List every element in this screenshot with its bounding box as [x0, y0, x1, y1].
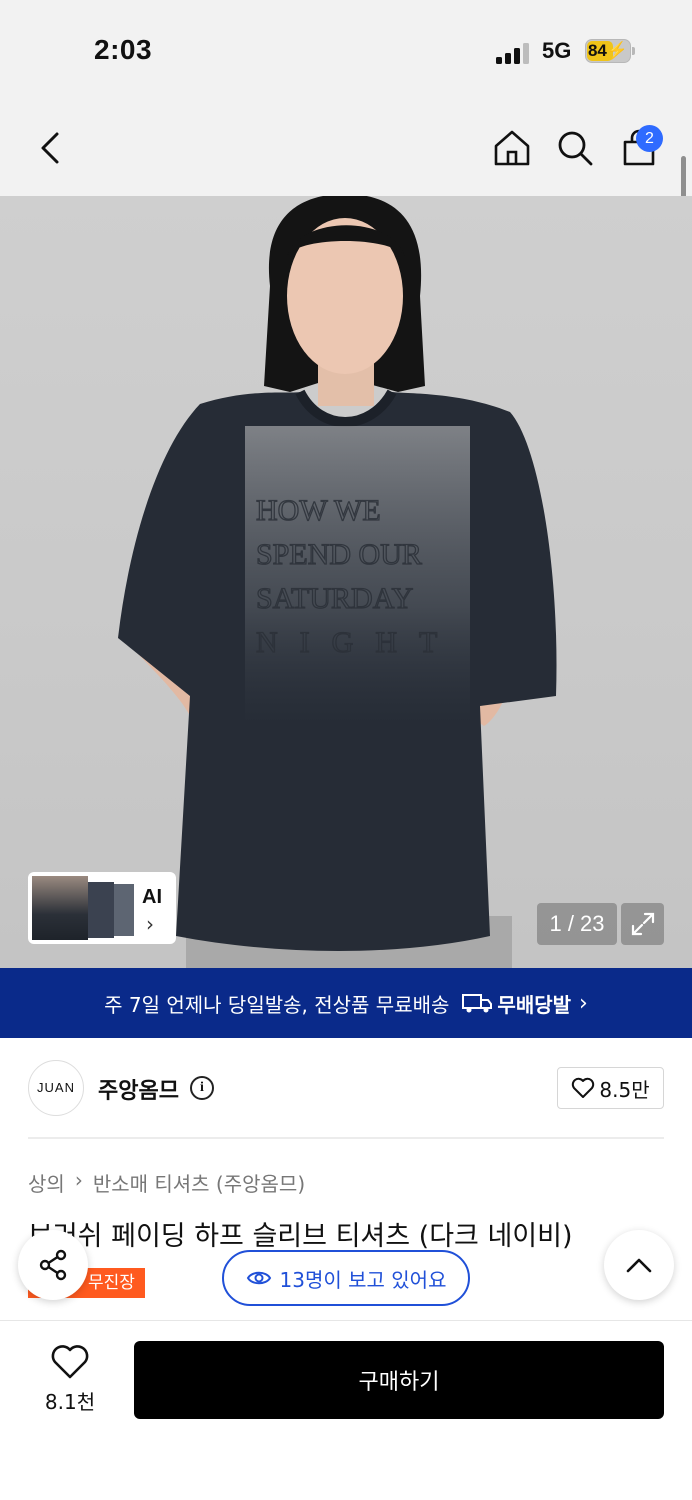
brand-like-count: 8.5만	[599, 1077, 650, 1102]
chevron-right-icon: ›	[146, 912, 154, 936]
chevron-right-icon: ›	[74, 1168, 83, 1192]
share-button[interactable]	[18, 1230, 88, 1300]
share-icon	[39, 1249, 67, 1281]
network-type: 5G	[542, 38, 572, 63]
brand-like-button[interactable]: 8.5만	[557, 1067, 664, 1109]
chevron-right-icon: ›	[579, 990, 588, 1016]
breadcrumb-item[interactable]: 상의	[28, 1168, 65, 1197]
breadcrumb-item[interactable]: 반소매 티셔츠 (주앙옴므)	[93, 1168, 305, 1197]
nav-bar	[0, 100, 692, 196]
brand-logo[interactable]: JUAN	[28, 1060, 84, 1116]
thumbnail-image	[32, 876, 88, 940]
home-icon[interactable]	[490, 126, 534, 170]
shirt-print-line: SPEND OUR	[256, 538, 422, 571]
chevron-up-icon	[626, 1258, 652, 1273]
wishlist-count: 8.1천	[44, 1390, 96, 1414]
ai-style-thumbnail[interactable]: AI ›	[28, 872, 176, 944]
scroll-top-button[interactable]	[604, 1230, 674, 1300]
wishlist-button[interactable]	[50, 1344, 90, 1384]
ai-label: AI	[142, 886, 162, 908]
truck-icon	[462, 994, 493, 1013]
badge-label: 무배당발	[497, 992, 572, 1017]
battery-level: 84	[587, 41, 607, 60]
image-page-counter: 1 / 23	[537, 903, 617, 945]
shirt-print-line: NIGHT	[256, 626, 459, 659]
product-image[interactable]: HOW WE SPEND OUR SATURDAY NIGHT	[0, 196, 692, 968]
breadcrumb: 상의 › 반소매 티셔츠 (주앙옴므)	[28, 1168, 305, 1197]
info-icon[interactable]: i	[190, 1076, 214, 1100]
thumbnail-image	[114, 884, 134, 936]
battery-icon: 84⚡	[585, 39, 631, 63]
expand-icon[interactable]	[621, 903, 664, 945]
model-photo: HOW WE SPEND OUR SATURDAY NIGHT	[118, 196, 557, 968]
cart-badge: 2	[636, 125, 663, 152]
search-icon[interactable]	[553, 126, 597, 170]
signal-icon	[496, 42, 532, 64]
heart-icon	[51, 1345, 89, 1379]
divider	[28, 1137, 664, 1139]
shirt-print-line: HOW WE	[256, 494, 381, 527]
thumbnail-image	[88, 882, 114, 938]
delivery-banner[interactable]: 주 7일 언제나 당일발송, 전상품 무료배송 무배당발 ›	[0, 968, 692, 1038]
free-delivery-badge: 무배당발	[461, 989, 571, 1018]
buy-button[interactable]: 구매하기	[134, 1341, 664, 1419]
back-icon[interactable]	[28, 126, 72, 170]
shirt-print-line: SATURDAY	[256, 582, 413, 615]
product-title: 브러쉬 페이딩 하프 슬리브 티셔츠 (다크 네이비)	[28, 1221, 573, 1252]
heart-icon	[572, 1077, 595, 1098]
status-bar: 2:03 5G 84⚡	[0, 0, 692, 100]
banner-text: 주 7일 언제나 당일발송, 전상품 무료배송	[104, 992, 450, 1017]
brand-name[interactable]: 주앙옴므	[98, 1073, 179, 1105]
viewers-text: 13명이 보고 있어요	[279, 1267, 447, 1292]
viewers-pill: 13명이 보고 있어요	[222, 1250, 470, 1306]
eye-icon	[246, 1271, 271, 1285]
status-time: 2:03	[94, 34, 153, 65]
